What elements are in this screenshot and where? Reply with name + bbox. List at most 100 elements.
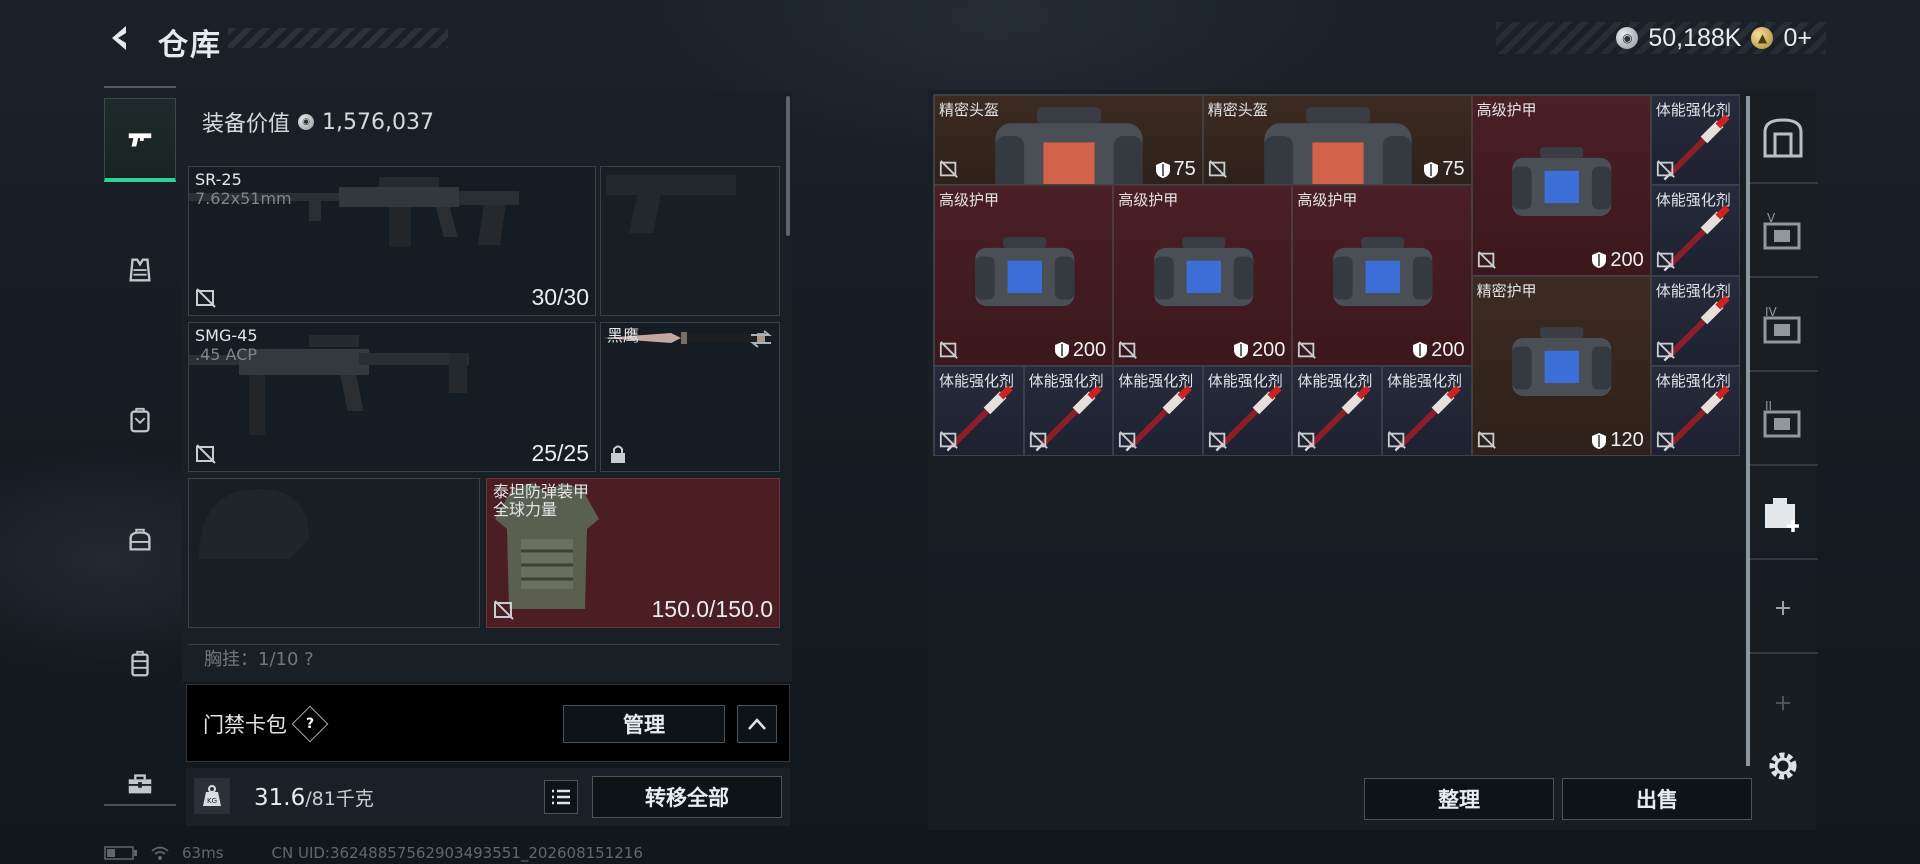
durability-value: 200 (1610, 248, 1644, 271)
no-drop-icon (1656, 250, 1675, 269)
stash-item-name: 体能强化剂 (1655, 101, 1731, 119)
primary-ammo-count: 30/30 (531, 284, 589, 310)
helmet-bag-icon (1264, 107, 1412, 185)
stash-item[interactable]: 体能强化剂 (1650, 275, 1741, 366)
helmet-slot[interactable] (188, 478, 480, 628)
stash-item-durability: 75 (1423, 158, 1465, 181)
currency-bar: ◉ 50,188K ▲ 0+ (1496, 22, 1826, 54)
stash-item-name: 高级护甲 (1297, 191, 1358, 210)
status-bar: 63ms CN UID:36248857562903493551_2026081… (104, 844, 643, 862)
stash-item-name: 高级护甲 (1118, 191, 1179, 210)
armor-bag-icon (975, 237, 1075, 306)
back-button[interactable] (100, 18, 140, 58)
durability-value: 200 (1252, 338, 1286, 361)
sort-button[interactable]: 整理 (1364, 778, 1554, 820)
manage-button[interactable]: 管理 (563, 705, 725, 743)
transfer-all-button[interactable]: 转移全部 (592, 776, 782, 818)
case-ii-tab[interactable]: II (1748, 376, 1818, 466)
loadout-scrollbar[interactable] (786, 96, 790, 236)
settings-button[interactable] (1748, 738, 1818, 794)
stash-item[interactable]: 体能强化剂 (934, 365, 1024, 457)
wifi-icon (151, 846, 169, 860)
tab-case[interactable] (104, 622, 176, 706)
stash-item-name: 体能强化剂 (1655, 281, 1731, 300)
stash-item-name: 体能强化剂 (1118, 371, 1194, 390)
stash-item[interactable]: 高级护甲 200 (1292, 185, 1472, 366)
stash-item[interactable]: 高级护甲 200 (1113, 185, 1293, 366)
stash-item[interactable]: 体能强化剂 (1382, 365, 1472, 457)
shield-icon (1054, 342, 1069, 359)
list-view-button[interactable] (544, 780, 578, 814)
add-icon (1776, 601, 1790, 615)
category-tab-nav (104, 86, 176, 806)
pistol-slot[interactable] (600, 166, 780, 316)
armor-bag-icon (1512, 327, 1612, 397)
stash-item-name: 体能强化剂 (1387, 371, 1463, 390)
secondary-ammo-count: 25/25 (531, 440, 589, 466)
list-icon (552, 789, 570, 805)
stash-item[interactable]: 精密头盔 75 (1202, 95, 1472, 186)
shield-icon (1155, 161, 1170, 178)
no-drop-icon (494, 600, 514, 620)
case-iv-tab[interactable]: IV (1748, 282, 1818, 372)
tab-bag[interactable] (104, 498, 176, 582)
lock-icon (611, 445, 625, 463)
no-drop-icon (939, 431, 958, 450)
uid-text: CN UID:36248857562903493551_202608151216 (271, 844, 643, 862)
no-drop-icon (939, 160, 958, 179)
stash-item[interactable]: 体能强化剂 (1202, 365, 1293, 457)
help-icon[interactable]: ? (291, 705, 329, 743)
svg-text:II: II (1765, 400, 1772, 413)
primary-weapon-name: SR-25 (195, 170, 242, 189)
stash-item[interactable]: 体能强化剂 (1650, 365, 1741, 457)
no-drop-icon (1656, 431, 1675, 450)
stash-item-name: 精密护甲 (1476, 281, 1537, 300)
tab-backpack[interactable] (104, 378, 176, 462)
svg-text:KG: KG (207, 797, 217, 805)
gold-currency-value[interactable]: 0+ (1783, 24, 1812, 53)
title-decoration (228, 28, 448, 48)
tab-vest[interactable] (104, 228, 176, 312)
armor-durability: 150.0/150.0 (651, 596, 773, 622)
stash-item[interactable]: 体能强化剂 (1650, 185, 1741, 276)
page-title: 仓库 (158, 28, 222, 63)
stash-item[interactable]: 体能强化剂 (1292, 365, 1382, 457)
no-drop-icon (1387, 431, 1406, 450)
swap-icon[interactable] (749, 329, 773, 349)
safe-box-tab[interactable] (1748, 94, 1818, 184)
stash-item-name: 精密头盔 (1207, 101, 1268, 119)
tab-toolbox[interactable] (104, 742, 176, 826)
armor-bag-icon (1333, 237, 1433, 306)
stash-item[interactable]: 精密头盔 75 (934, 95, 1203, 186)
melee-name: 黑鹰 (607, 326, 640, 345)
add-case-button[interactable] (1748, 564, 1818, 654)
melee-slot[interactable]: 黑鹰 (600, 322, 780, 472)
case-v-tab[interactable]: V (1748, 188, 1818, 278)
stash-item[interactable]: 高级护甲 200 (934, 185, 1114, 366)
add-icon (1776, 696, 1790, 710)
case-ii-icon: II (1763, 400, 1801, 438)
secondary-weapon-slot[interactable]: SMG-45 .45 ACP 25/25 (188, 322, 596, 472)
no-drop-icon (1477, 250, 1496, 269)
stash-item-durability: 200 (1591, 248, 1644, 272)
stash-item-durability: 120 (1591, 429, 1644, 452)
add-case-button-disabled[interactable] (1748, 658, 1818, 748)
stash-item[interactable]: 精密护甲 120 (1471, 275, 1651, 457)
expand-button[interactable] (737, 705, 777, 743)
medkit-case-tab[interactable] (1748, 470, 1818, 560)
stash-item[interactable]: 体能强化剂 (1650, 95, 1741, 186)
helmet-placeholder-icon (199, 489, 309, 559)
no-drop-icon (1298, 341, 1317, 359)
pistol-icon (128, 132, 152, 146)
primary-weapon-slot[interactable]: SR-25 7.62x51mm 30/30 (188, 166, 596, 316)
tab-weapons[interactable] (104, 98, 176, 182)
stash-item[interactable]: 体能强化剂 (1113, 365, 1203, 457)
sell-button[interactable]: 出售 (1562, 778, 1752, 820)
primary-weapon-caliber: 7.62x51mm (195, 189, 292, 208)
equip-value: 装备价值 ◉ 1,576,037 (202, 106, 434, 138)
armor-slot[interactable]: 泰坦防弹装甲 全球力量 150.0/150.0 (486, 478, 780, 628)
stash-item-name: 高级护甲 (1476, 101, 1537, 119)
durability-value: 200 (1431, 338, 1465, 361)
stash-item[interactable]: 高级护甲 200 (1471, 95, 1651, 276)
stash-item[interactable]: 体能强化剂 (1023, 365, 1114, 457)
